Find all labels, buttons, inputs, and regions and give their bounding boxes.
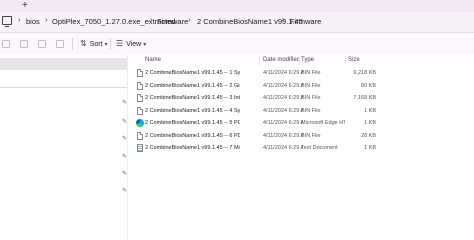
pin-icon: ✎ [122,188,128,194]
toolbar-divider [72,38,73,50]
pin-icon: ✎ [122,171,128,177]
nav-selected-item[interactable] [0,58,127,70]
file-name: 2 CombineBiosName1 v99.1.45 -- 5 PCR0... [145,120,240,126]
file-name: 2 CombineBiosName1 v99.1.45 -- 3 Intel..… [145,95,240,101]
rename-icon[interactable] [56,40,64,48]
file-icon [137,82,143,90]
file-date: 4/11/2024 6:29 AM [263,145,303,151]
breadcrumb-bios[interactable]: bios [26,17,40,26]
file-size: 1 KB [364,120,376,126]
file-row[interactable]: 2 CombineBiosName1 v99.1.45 -- 5 PCR0...… [131,117,474,130]
this-pc-icon[interactable] [2,16,12,27]
pin-icon: ✎ [122,100,128,106]
file-size: 7,168 KB [353,95,376,101]
chevron-right-icon: › [282,15,285,24]
file-type: BIN File [301,108,321,114]
file-row[interactable]: 2 CombineBiosName1 v99.1.45 -- 3 Intel..… [131,92,474,105]
file-type: Microsoft Edge HTML... [301,120,345,126]
new-tab-button[interactable]: + [22,0,28,11]
chevron-right-icon: › [188,15,191,24]
cut-icon[interactable] [2,40,10,48]
column-name[interactable]: Name [145,57,161,63]
chevron-right-icon: › [18,15,21,24]
file-type: BIN File [301,133,321,139]
sort-button[interactable]: ⇅ Sort ▾ [80,39,108,48]
file-size: 28 KB [361,133,376,139]
column-header: Name Date modified Type Size [131,55,474,66]
view-label: View [126,41,142,48]
file-size: 80 KB [361,83,376,89]
copy-icon[interactable] [20,40,28,48]
command-bar: ⇅ Sort ▾ ☰ View ▾ [0,33,474,55]
file-type: BIN File [301,83,321,89]
navigation-pane[interactable]: ✎ ✎ ✎ ✎ ✎ ✎ [0,55,128,240]
file-type: Text Document [301,145,338,151]
file-icon [137,107,143,115]
chevron-down-icon: ▾ [104,42,108,48]
file-date: 4/11/2024 6:29 AM [263,108,303,114]
file-type: BIN File [301,95,321,101]
view-button[interactable]: ☰ View ▾ [116,39,146,48]
view-icon: ☰ [116,39,124,48]
tab-strip: + [0,0,474,12]
file-row[interactable]: 2 CombineBiosName1 v99.1.45 -- 1 System … [131,67,474,80]
file-name: 2 CombineBiosName1 v99.1.45 -- 1 System … [145,70,240,76]
file-date: 4/11/2024 6:29 AM [263,133,303,139]
breadcrumb-firmware-current[interactable]: Firmware [290,17,321,26]
file-date: 4/11/2024 6:29 AM [263,83,303,89]
file-icon [137,132,143,140]
file-date: 4/11/2024 6:29 AM [263,70,303,76]
toolbar-divider [110,38,111,50]
column-date-modified[interactable]: Date modified [263,57,300,63]
file-name: 2 CombineBiosName1 v99.1.45 -- 2 Gigabit… [145,83,240,89]
chevron-down-icon: ▾ [143,42,147,48]
sort-icon: ⇅ [80,39,87,48]
pin-icon: ✎ [122,154,128,160]
file-size: 1 KB [364,108,376,114]
file-size: 9,218 KB [353,70,376,76]
file-row[interactable]: 2 CombineBiosName1 v99.1.45 -- 7 Model..… [131,142,474,155]
chevron-right-icon: › [45,15,48,24]
edge-icon [136,119,144,127]
pin-icon: ✎ [122,136,128,142]
column-type[interactable]: Type [301,57,314,63]
nav-divider [0,87,127,88]
file-name: 2 CombineBiosName1 v99.1.45 -- 4 System.… [145,108,240,114]
address-bar[interactable]: › bios › OptiPlex_7050_1.27.0.exe_extrac… [0,12,474,33]
column-divider[interactable] [259,56,260,65]
file-name: 2 CombineBiosName1 v99.1.45 -- 6 PD Firm… [145,133,240,139]
file-icon [137,69,143,77]
file-type: BIN File [301,70,321,76]
paste-icon[interactable] [38,40,46,48]
text-document-icon [137,144,143,152]
pin-icon: ✎ [122,119,128,125]
file-date: 4/11/2024 6:29 AM [263,95,303,101]
column-divider[interactable] [345,56,346,65]
sort-label: Sort [89,41,103,48]
column-size[interactable]: Size [348,57,360,63]
file-date: 4/11/2024 6:29 AM [263,120,303,126]
file-icon [137,94,143,102]
chevron-right-icon: › [150,15,153,24]
breadcrumb-firmware[interactable]: Firmware [157,17,188,26]
breadcrumb-combinebios[interactable]: 2 CombineBiosName1 v99.1.45 [197,17,303,26]
column-divider[interactable] [299,56,300,65]
file-size: 1 KB [364,145,376,151]
file-name: 2 CombineBiosName1 v99.1.45 -- 7 Model..… [145,145,240,151]
